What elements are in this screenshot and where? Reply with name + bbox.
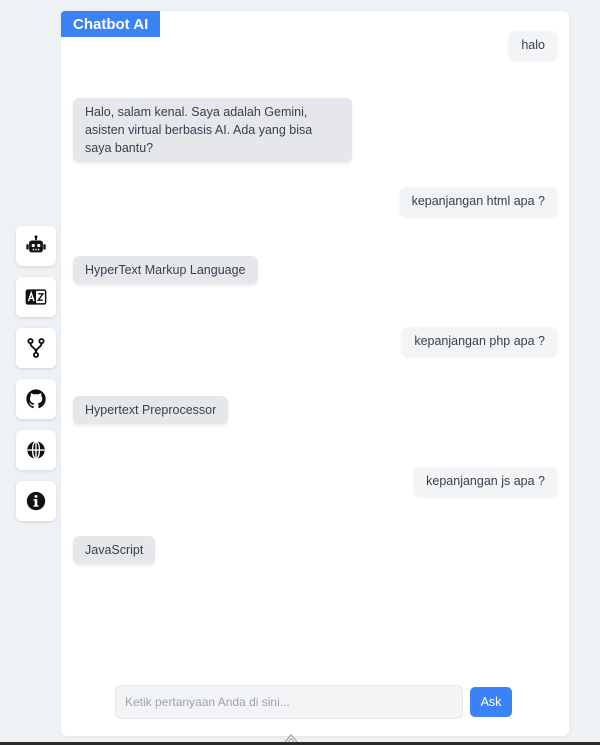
sidebar-item-github[interactable] — [16, 379, 56, 419]
translate-icon — [25, 286, 47, 308]
user-message: kepanjangan js apa ? — [414, 467, 557, 495]
bot-message: HyperText Markup Language — [73, 256, 258, 284]
sidebar-item-translate[interactable] — [16, 277, 56, 317]
chevron-up-icon — [283, 730, 299, 745]
globe-icon — [25, 439, 47, 461]
sidebar-item-fork[interactable] — [16, 328, 56, 368]
user-message: kepanjangan html apa ? — [399, 187, 557, 215]
composer: Ask — [115, 685, 513, 719]
question-input[interactable] — [115, 685, 463, 719]
fork-icon — [25, 337, 47, 359]
sidebar-item-info[interactable] — [16, 481, 56, 521]
info-icon — [25, 490, 47, 512]
expand-handle[interactable] — [282, 732, 300, 745]
app-title: Chatbot AI — [61, 11, 161, 37]
user-message: halo — [509, 31, 557, 59]
bot-message: JavaScript — [73, 536, 156, 564]
github-icon — [25, 388, 47, 410]
sidebar-item-chatbot[interactable] — [16, 226, 56, 266]
ask-button[interactable]: Ask — [470, 687, 512, 717]
bot-message: Halo, salam kenal. Saya adalah Gemini, a… — [73, 98, 352, 162]
user-message: kepanjangan php apa ? — [402, 327, 557, 355]
sidebar-item-globe[interactable] — [16, 430, 56, 470]
bot-message: Hypertext Preprocessor — [73, 396, 229, 424]
sidebar — [16, 226, 56, 521]
robot-icon — [25, 235, 47, 257]
chat-panel: Chatbot AI halo Halo, salam kenal. Saya … — [61, 11, 569, 736]
